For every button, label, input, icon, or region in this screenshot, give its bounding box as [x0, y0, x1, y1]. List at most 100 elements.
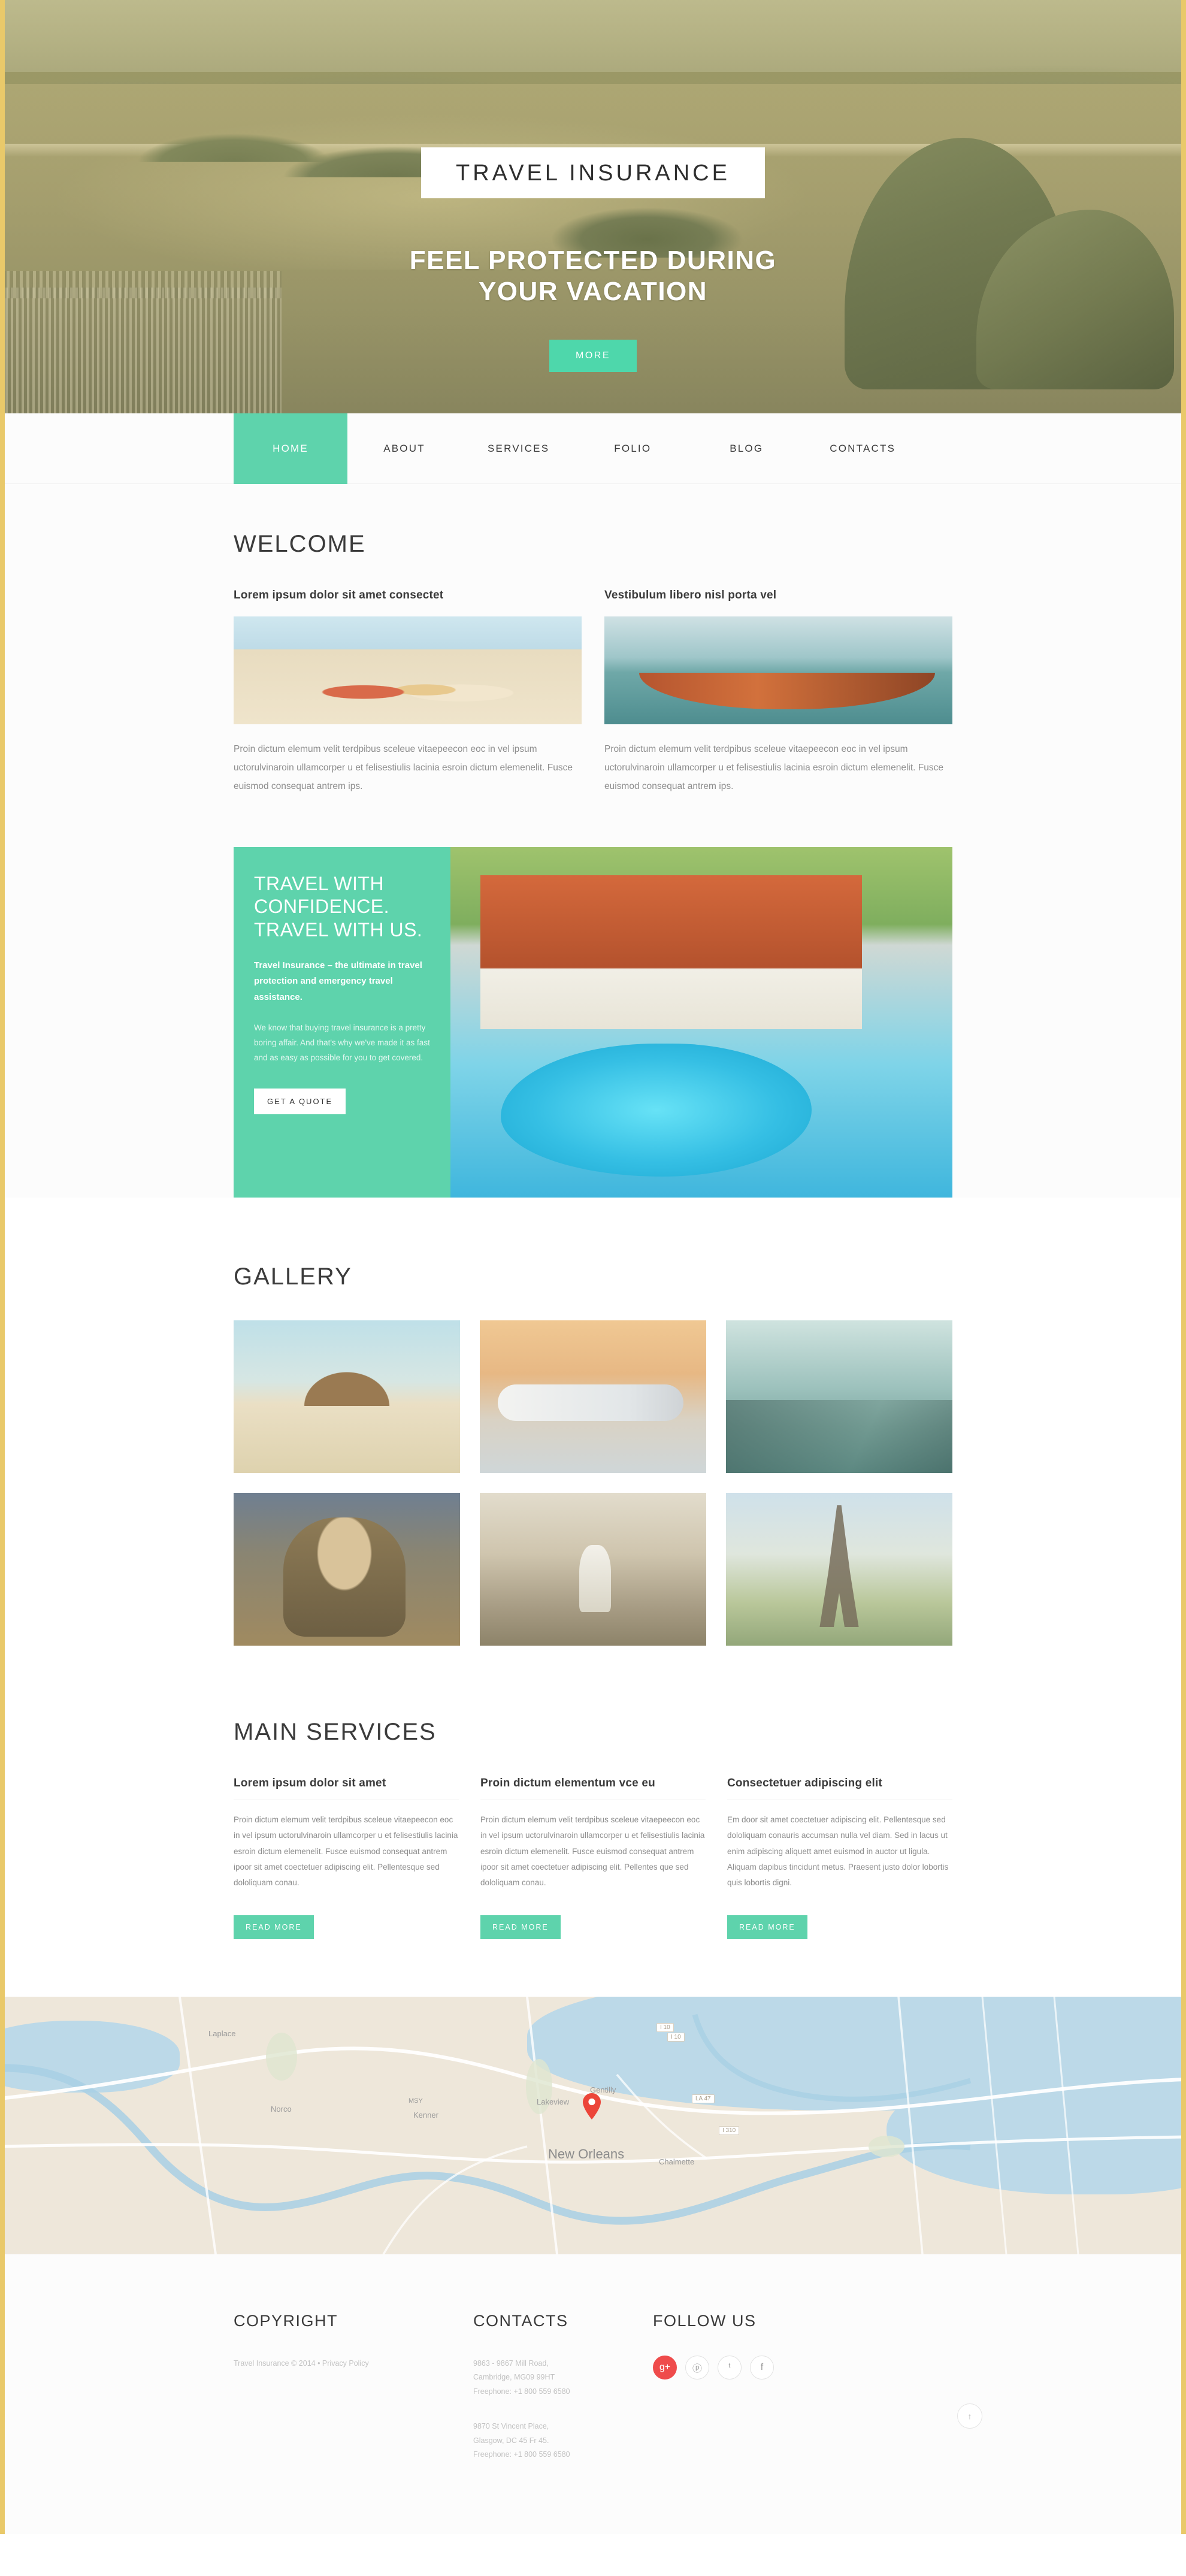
twitter-icon[interactable]: ᵗ — [718, 2355, 742, 2380]
contact-map[interactable]: Laplace Norco Kenner MSY Gentilly Lakevi… — [0, 1996, 1186, 2254]
service-subtitle-3: Consectetuer adipiscing elit — [727, 1777, 882, 1789]
read-more-button-2[interactable]: READ MORE — [480, 1915, 561, 1939]
services-grid: Lorem ipsum dolor sit amet Proin dictum … — [234, 1777, 952, 1939]
footer-address-2: 9870 St Vincent Place, Glasgow, DC 45 Fr… — [473, 2420, 653, 2462]
site-logo[interactable]: TRAVEL INSURANCE — [421, 147, 765, 198]
services-container: MAIN SERVICES Lorem ipsum dolor sit amet… — [234, 1719, 952, 1939]
get-a-quote-button[interactable]: GET A QUOTE — [254, 1088, 346, 1114]
footer-copyright-column: COPYRIGHT Travel Insurance © 2014 • Priv… — [234, 2312, 473, 2463]
gallery-item-4[interactable] — [234, 1493, 460, 1646]
gallery-item-2[interactable] — [480, 1320, 706, 1473]
map-label-chalmette: Chalmette — [659, 2157, 695, 2166]
gallery-item-5[interactable] — [480, 1493, 706, 1646]
read-more-button-3[interactable]: READ MORE — [727, 1915, 807, 1939]
footer-follow-column: FOLLOW US g+ ⓟ ᵗ f — [653, 2312, 952, 2463]
page-left-edge-stripe — [0, 0, 5, 2535]
map-shield-i10-a: I 10 — [656, 2022, 674, 2032]
woman-arms-open-cliff-photo — [480, 1493, 706, 1646]
welcome-columns: Lorem ipsum dolor sit amet consectet Pro… — [234, 589, 952, 796]
nav-items-container: HOME ABOUT SERVICES FOLIO BLOG CONTACTS — [234, 413, 952, 484]
service-text-2: Proin dictum elemum velit terdpibus scel… — [480, 1815, 705, 1888]
site-footer: COPYRIGHT Travel Insurance © 2014 • Priv… — [0, 2254, 1186, 2535]
back-to-top-button[interactable]: ↑ — [957, 2403, 982, 2429]
hero-tagline-line-2: YOUR VACATION — [478, 276, 708, 306]
footer-address-1-phone: Freephone: +1 800 559 6580 — [473, 2387, 570, 2396]
beach-umbrella-loungers-photo — [234, 1320, 460, 1473]
welcome-image-1[interactable] — [234, 616, 582, 724]
welcome-image-2[interactable] — [604, 616, 952, 724]
main-navigation: HOME ABOUT SERVICES FOLIO BLOG CONTACTS — [0, 413, 1186, 484]
footer-address-2-phone: Freephone: +1 800 559 6580 — [473, 2450, 570, 2459]
nav-item-folio[interactable]: FOLIO — [576, 413, 689, 484]
nav-item-contacts[interactable]: CONTACTS — [803, 413, 922, 484]
gallery-item-6[interactable] — [726, 1493, 952, 1646]
service-text-3: Em door sit amet coectetuer adipiscing e… — [727, 1815, 949, 1888]
welcome-column-1: Lorem ipsum dolor sit amet consectet Pro… — [234, 589, 582, 796]
map-label-msy: MSY — [409, 2097, 423, 2105]
gallery-title: GALLERY — [234, 1263, 352, 1290]
nav-item-about[interactable]: ABOUT — [347, 413, 461, 484]
welcome-section: WELCOME Lorem ipsum dolor sit amet conse… — [0, 484, 1186, 1198]
page-right-edge-stripe — [1181, 0, 1186, 2535]
social-links: g+ ⓟ ᵗ f — [653, 2355, 952, 2380]
longtail-boat-photo — [604, 616, 952, 724]
footer-follow-title: FOLLOW US — [653, 2311, 757, 2330]
map-pin-icon[interactable] — [582, 2093, 601, 2120]
service-text-1: Proin dictum elemum velit terdpibus scel… — [234, 1815, 458, 1888]
hero-more-button[interactable]: MORE — [549, 339, 637, 372]
footer-address-1-line-2: Cambridge, MG09 99HT — [473, 2373, 555, 2382]
nav-item-services[interactable]: SERVICES — [461, 413, 576, 484]
footer-address-2-line-2: Glasgow, DC 45 Fr 45. — [473, 2436, 549, 2445]
pinterest-icon[interactable]: ⓟ — [685, 2355, 709, 2380]
welcome-text-1: Proin dictum elemum velit terdpibus scel… — [234, 744, 573, 791]
promo-banner: TRAVEL WITH CONFIDENCE. TRAVEL WITH US. … — [234, 847, 952, 1198]
promo-image — [450, 847, 952, 1198]
map-label-norco: Norco — [271, 2104, 292, 2114]
nav-item-blog[interactable]: BLOG — [689, 413, 803, 484]
promo-heading-line-3: TRAVEL WITH US. — [254, 918, 423, 941]
hero-content: TRAVEL INSURANCE FEEL PROTECTED DURING Y… — [234, 0, 952, 372]
footer-contacts-title: CONTACTS — [473, 2311, 568, 2330]
welcome-subtitle-2: Vestibulum libero nisl porta vel — [604, 589, 777, 601]
map-label-laplace: Laplace — [208, 2028, 236, 2038]
gallery-item-3[interactable] — [726, 1320, 952, 1473]
service-card-1: Lorem ipsum dolor sit amet Proin dictum … — [234, 1777, 459, 1939]
footer-copyright-title: COPYRIGHT — [234, 2311, 338, 2330]
facebook-icon[interactable]: f — [750, 2355, 774, 2380]
hero-tagline: FEEL PROTECTED DURING YOUR VACATION — [234, 245, 952, 307]
hero-tagline-line-1: FEEL PROTECTED DURING — [409, 246, 777, 275]
promo-heading: TRAVEL WITH CONFIDENCE. TRAVEL WITH US. — [254, 872, 430, 941]
service-card-2: Proin dictum elementum vce eu Proin dict… — [480, 1777, 706, 1939]
nav-item-home[interactable]: HOME — [234, 413, 347, 484]
promo-heading-line-1: TRAVEL WITH — [254, 873, 385, 894]
footer-address-1: 9863 - 9867 Mill Road, Cambridge, MG09 9… — [473, 2357, 653, 2399]
map-shield-la47: LA 47 — [692, 2094, 715, 2103]
airplane-sunset-photo — [480, 1320, 706, 1473]
gallery-item-1[interactable] — [234, 1320, 460, 1473]
welcome-container: WELCOME Lorem ipsum dolor sit amet conse… — [234, 531, 952, 1198]
welcome-subtitle-1: Lorem ipsum dolor sit amet consectet — [234, 589, 444, 601]
map-label-new-orleans: New Orleans — [548, 2146, 625, 2161]
google-plus-icon[interactable]: g+ — [653, 2355, 677, 2380]
gallery-section: GALLERY — [0, 1198, 1186, 1646]
footer-copyright-text[interactable]: Travel Insurance © 2014 • Privacy Policy — [234, 2357, 473, 2371]
explorer-goggles-portrait-photo — [234, 1493, 460, 1646]
service-subtitle-2: Proin dictum elementum vce eu — [480, 1777, 655, 1789]
service-subtitle-1: Lorem ipsum dolor sit amet — [234, 1777, 386, 1789]
service-card-3: Consectetuer adipiscing elit Em door sit… — [727, 1777, 952, 1939]
map-roads-layer — [0, 1996, 1186, 2254]
services-section: MAIN SERVICES Lorem ipsum dolor sit amet… — [0, 1646, 1186, 1997]
services-title: MAIN SERVICES — [234, 1719, 437, 1745]
read-more-button-1[interactable]: READ MORE — [234, 1915, 314, 1939]
welcome-title: WELCOME — [234, 531, 366, 557]
promo-lead-text: Travel Insurance – the ultimate in trave… — [254, 960, 422, 1002]
hiker-on-mountain-photo — [726, 1320, 952, 1473]
footer-contacts-column: CONTACTS 9863 - 9867 Mill Road, Cambridg… — [473, 2312, 653, 2463]
map-label-lakeview: Lakeview — [537, 2097, 570, 2106]
welcome-text-2: Proin dictum elemum velit terdpibus scel… — [604, 744, 943, 791]
beach-couple-photo — [234, 616, 582, 724]
promo-heading-line-2: CONFIDENCE. — [254, 896, 389, 918]
promo-text-panel: TRAVEL WITH CONFIDENCE. TRAVEL WITH US. … — [234, 847, 450, 1198]
footer-address-1-line-1: 9863 - 9867 Mill Road, — [473, 2359, 549, 2368]
eiffel-tower-photo — [726, 1493, 952, 1646]
